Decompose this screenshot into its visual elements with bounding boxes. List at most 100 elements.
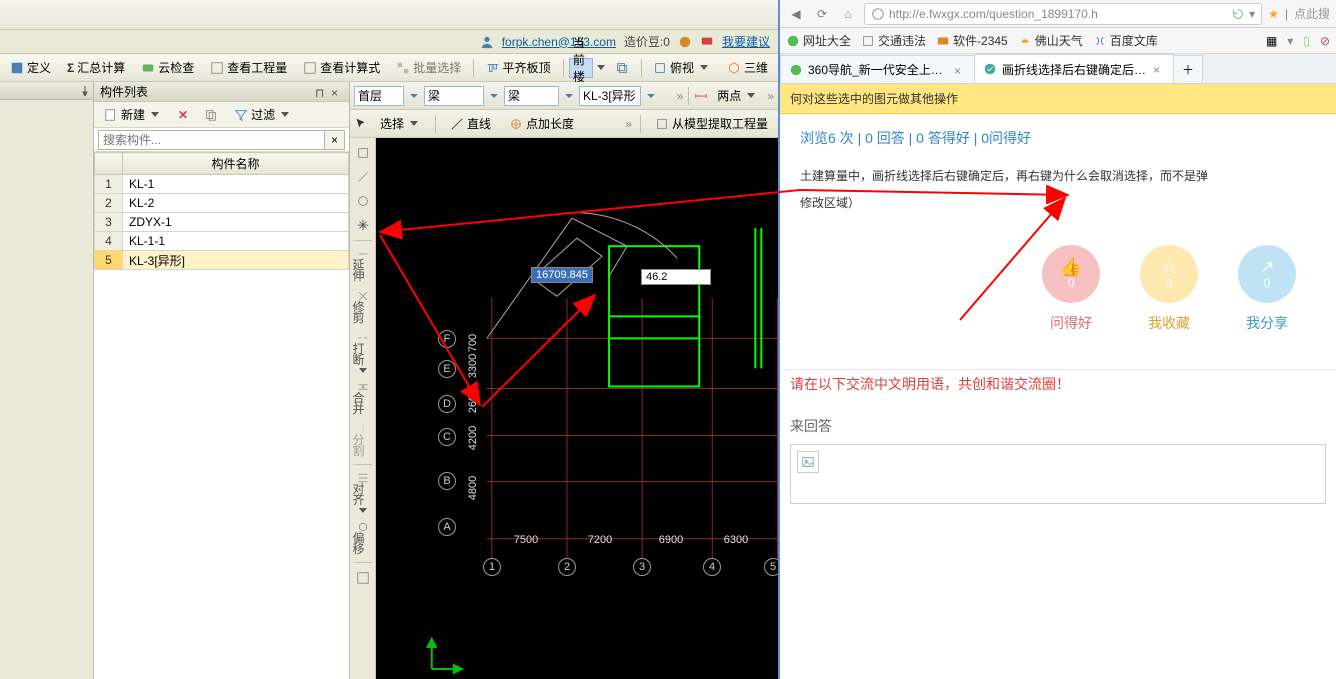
grid-header-name[interactable]: 构件名称 — [123, 153, 349, 175]
new-component-button[interactable]: 新建 — [98, 103, 168, 127]
insert-image-button[interactable] — [797, 451, 819, 473]
share-button[interactable]: ↗0 我分享 — [1238, 245, 1296, 333]
floor-dropdown-icon[interactable] — [597, 59, 605, 77]
ext-dropdown-icon[interactable]: ▾ — [1287, 34, 1293, 48]
pan-button[interactable] — [352, 214, 374, 236]
table-row[interactable]: 5KL-3[异形] — [95, 251, 349, 270]
reload-button[interactable]: ⟳ — [812, 4, 832, 24]
vtool-btn[interactable] — [352, 190, 374, 212]
merge-button[interactable]: 合并 — [352, 378, 374, 418]
main-split: 构件列表 ⊓ × 新建 ✕ 过滤 × 构件名称 1KL-1 2 — [0, 82, 778, 679]
vtool-btn[interactable] — [352, 166, 374, 188]
addr-dropdown-icon[interactable]: ▾ — [1249, 7, 1255, 21]
view-qty-button[interactable]: 查看工程量 — [204, 56, 293, 79]
panel-pin-icon[interactable]: ⊓ — [315, 86, 327, 98]
reply-editor[interactable] — [790, 444, 1326, 504]
sum-calc-button[interactable]: Σ汇总计算 — [61, 56, 131, 79]
member-combo[interactable]: KL-3[异形 — [579, 86, 641, 106]
bookmark-item[interactable]: 网址大全 — [786, 32, 851, 49]
vtool-btn[interactable] — [352, 142, 374, 164]
tab-close-icon[interactable]: × — [954, 64, 966, 76]
pin-icon[interactable] — [80, 86, 90, 96]
split-button[interactable]: 分割 — [352, 420, 374, 460]
select-button[interactable]: 选择 — [374, 112, 427, 136]
extend-button[interactable]: 延伸 — [352, 245, 374, 285]
search-hint[interactable]: 点此搜 — [1294, 5, 1330, 22]
new-tab-button[interactable]: ＋ — [1173, 55, 1203, 83]
offset-button[interactable]: 偏移 — [352, 518, 374, 558]
chevron-icon[interactable]: » — [625, 117, 632, 131]
module-sidebar — [0, 82, 94, 679]
3d-view-button[interactable]: 三维 — [721, 56, 774, 79]
table-row[interactable]: 1KL-1 — [95, 175, 349, 194]
search-clear-button[interactable]: × — [325, 130, 345, 150]
ext-icon[interactable]: ▯ — [1303, 34, 1310, 48]
top-view-button[interactable]: 俯视 — [647, 56, 717, 80]
copy-component-button[interactable] — [198, 105, 224, 125]
tab-close-icon[interactable]: × — [1153, 63, 1165, 75]
chevron-icon[interactable]: » — [677, 89, 684, 103]
favicon-icon — [983, 62, 997, 76]
search-input[interactable] — [98, 130, 325, 150]
feedback-link[interactable]: 我要建议 — [722, 33, 770, 50]
angle-tooltip: 46.2 — [641, 269, 711, 285]
star-icon[interactable]: ★ — [1268, 7, 1279, 21]
extract-qty-button[interactable]: 从模型提取工程量 — [649, 112, 774, 135]
bookmark-item[interactable]: 交通违法 — [861, 32, 926, 49]
ext-icon[interactable]: ▦ — [1266, 34, 1277, 48]
favorite-button[interactable]: ☆0 我收藏 — [1140, 245, 1198, 333]
vertical-toolbar: 延伸 修剪 打断 合并 分割 对齐 偏移 — [350, 138, 376, 679]
dropdown-icon[interactable] — [487, 87, 501, 105]
drawing-viewport[interactable]: F E D C B A 700 3300 2600 4200 4800 1 2 … — [376, 138, 778, 679]
chevron-icon[interactable]: » — [767, 89, 774, 103]
current-floor-combo[interactable]: 当前楼层 — [569, 58, 593, 78]
batch-select-button[interactable]: 批量选择 — [390, 56, 467, 79]
line-button[interactable]: 直线 — [444, 112, 497, 135]
floor-combo[interactable]: 首层 — [354, 86, 404, 106]
home-button[interactable]: ⌂ — [838, 4, 858, 24]
delete-component-button[interactable]: ✕ — [172, 105, 194, 125]
break-button[interactable]: 打断 — [352, 329, 374, 376]
dimension-text: 4800 — [467, 476, 479, 500]
panel-close-icon[interactable]: × — [331, 86, 343, 98]
image-icon — [801, 455, 815, 469]
trim-button[interactable]: 修剪 — [352, 287, 374, 327]
category1-combo[interactable]: 梁 — [424, 86, 484, 106]
refresh-icon[interactable] — [1231, 7, 1245, 21]
star-icon: ☆ — [1161, 258, 1177, 276]
tab[interactable]: 画折线选择后右键确定后，再右键 × — [974, 54, 1174, 83]
axis-bubble: 5 — [764, 558, 778, 576]
floor-copy-button[interactable] — [609, 58, 635, 78]
good-question-button[interactable]: 👍0 问得好 — [1042, 245, 1100, 333]
address-bar[interactable]: http://e.fwxgx.com/question_1899170.h ▾ — [864, 3, 1262, 25]
tab[interactable]: 360导航_新一代安全上网导航 × — [780, 55, 975, 83]
back-button[interactable]: ◀ — [786, 4, 806, 24]
category2-combo[interactable]: 梁 — [504, 86, 559, 106]
browser-tabs: 360导航_新一代安全上网导航 × 画折线选择后右键确定后，再右键 × ＋ — [780, 54, 1336, 84]
two-point-button[interactable]: 两点 — [711, 84, 764, 108]
dimension-text: 6300 — [724, 534, 748, 546]
bookmark-item[interactable]: 佛山天气 — [1018, 32, 1083, 49]
cloud-check-button[interactable]: 云检查 — [135, 56, 200, 79]
ext-icon[interactable]: ⊘ — [1320, 34, 1330, 48]
table-row[interactable]: 3ZDYX-1 — [95, 213, 349, 232]
bookmark-item[interactable]: 百度文库 — [1093, 32, 1158, 49]
filter-button[interactable]: 过滤 — [228, 103, 298, 127]
vtool-btn[interactable] — [352, 567, 374, 589]
align-top-button[interactable]: 平齐板顶 — [480, 56, 557, 79]
dropdown-icon[interactable] — [407, 87, 421, 105]
table-row[interactable]: 2KL-2 — [95, 194, 349, 213]
component-grid: 构件名称 1KL-1 2KL-2 3ZDYX-1 4KL-1-1 5KL-3[异… — [94, 152, 349, 679]
table-row[interactable]: 4KL-1-1 — [95, 232, 349, 251]
dimension-text: 7200 — [588, 534, 612, 546]
bookmark-item[interactable]: 软件-2345 — [936, 32, 1008, 49]
user-email-link[interactable]: forpk.chen@163.com — [502, 35, 616, 49]
define-button[interactable]: 定义 — [4, 56, 57, 79]
dropdown-icon[interactable] — [644, 87, 658, 105]
align-button[interactable]: 对齐 — [352, 469, 374, 516]
view-formula-button[interactable]: 查看计算式 — [297, 56, 386, 79]
point-length-button[interactable]: 点加长度 — [503, 112, 580, 135]
axis-bubble: D — [438, 395, 456, 413]
dropdown-icon[interactable] — [562, 87, 576, 105]
user-bar: forpk.chen@163.com 造价豆:0 我要建议 — [0, 30, 778, 54]
